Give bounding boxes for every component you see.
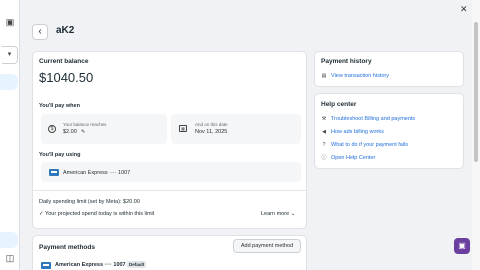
default-badge: Default [127, 261, 147, 268]
date-box: ▦ And on this date Nov 11, 2025 [171, 114, 301, 144]
pay-when-label: You'll pay when [39, 103, 80, 109]
threshold-value: $2.00 [63, 129, 77, 135]
megaphone-icon: ◀ [322, 129, 326, 135]
add-payment-method-button[interactable]: Add payment method [233, 239, 301, 253]
help-link-troubleshoot[interactable]: Troubleshoot Billing and payments [331, 116, 415, 122]
help-circle-icon: ⓘ [321, 155, 327, 161]
payment-methods-card: Payment methods Add payment method Ameri… [32, 235, 307, 270]
view-transaction-history-link[interactable]: View transaction history [331, 73, 389, 79]
current-balance-card: Current balance $1040.50 You'll pay when… [32, 51, 307, 229]
help-link-payment-fails[interactable]: What to do if your payment fails [331, 142, 408, 148]
threshold-caption: Your balance reaches [63, 122, 107, 127]
amex-card-icon [49, 169, 59, 176]
menu-icon[interactable]: ▣ [4, 16, 16, 28]
receipt-icon: ▤ [321, 73, 327, 79]
current-balance-heading: Current balance [39, 58, 89, 65]
page-title: aK2 [56, 25, 75, 36]
sidebar-item-active[interactable] [0, 232, 18, 248]
dollar-icon: $ [48, 125, 56, 133]
spending-limit-note: ✓ Your projected spend today is within t… [39, 211, 154, 217]
amex-card-icon [41, 262, 51, 269]
pay-using-label: You'll pay using [39, 152, 81, 158]
payment-methods-heading: Payment methods [39, 244, 95, 251]
date-caption: And on this date [195, 122, 228, 127]
question-icon: ? [322, 142, 326, 148]
help-link-ads-billing[interactable]: How ads billing works [331, 129, 384, 135]
collapse-sidebar-icon[interactable]: ◫ [4, 252, 16, 264]
current-balance-amount: $1040.50 [39, 70, 94, 85]
learn-more-button[interactable]: Learn more ⌄ [261, 211, 295, 217]
payment-card-name: American Express ···· 1007 [63, 170, 131, 176]
account-dropdown[interactable]: ▾ [2, 46, 18, 64]
wrench-icon: ⚒ [321, 116, 327, 122]
left-sidebar: ▣ ▾ ◫ [0, 0, 20, 270]
chat-bubble-icon: ▣ [458, 241, 466, 250]
learn-more-label: Learn more [261, 211, 290, 217]
back-button[interactable]: ‹ [32, 24, 48, 40]
chat-button[interactable]: ▣ [454, 238, 470, 254]
payment-card-box[interactable]: American Express ···· 1007 [41, 162, 301, 182]
edit-pencil-icon[interactable]: ✎ [81, 129, 85, 135]
sidebar-item-billing[interactable] [0, 74, 18, 90]
calendar-icon: ▦ [179, 125, 187, 132]
date-value: Nov 11, 2025 [195, 129, 228, 135]
help-link-open-help-center[interactable]: Open Help Center [331, 155, 375, 161]
close-icon[interactable]: ✕ [460, 4, 468, 15]
help-center-card: Help center ⚒ Troubleshoot Billing and p… [314, 93, 464, 169]
divider [33, 190, 306, 191]
chevron-down-icon: ⌄ [290, 211, 296, 217]
payment-method-name: American Express ···· 1007 [55, 262, 126, 268]
help-center-heading: Help center [321, 101, 357, 108]
spending-limit-note-text: Your projected spend today is within thi… [45, 211, 155, 217]
scrollbar-thumb[interactable] [474, 22, 478, 162]
threshold-box[interactable]: $ Your balance reaches $2.00 ✎ [41, 114, 167, 144]
spending-limit-text: Daily spending limit (set by Meta): $20.… [39, 199, 140, 205]
payment-history-heading: Payment history [321, 58, 372, 65]
payment-history-card: Payment history ▤ View transaction histo… [314, 51, 464, 87]
